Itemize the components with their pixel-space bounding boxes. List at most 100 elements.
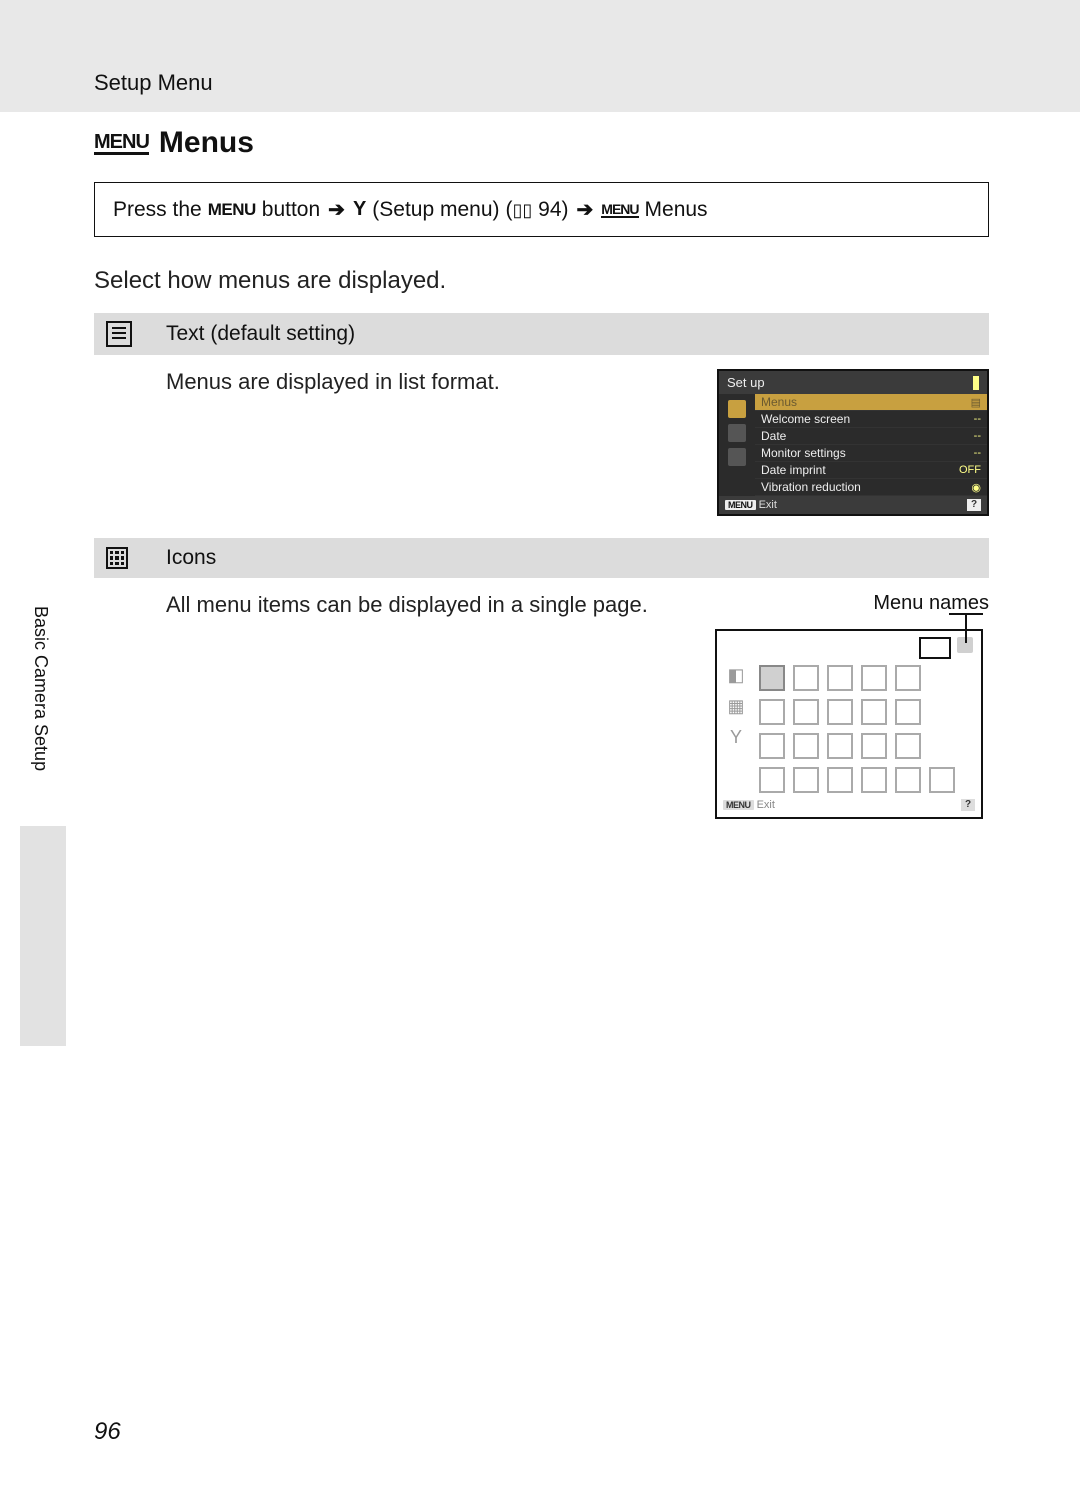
lcd-footer-left: MENU Exit: [723, 799, 775, 811]
lcd-row-label: Date: [761, 429, 786, 443]
camera-mode-icon: ◧: [727, 665, 744, 686]
menu-name-highlight: [919, 637, 951, 659]
page-ref: (▯▯ 94): [506, 198, 569, 222]
page-title-row: MENU Menus: [94, 126, 989, 160]
wrench-icon: Y: [353, 198, 366, 221]
option-icons-body: All menu items can be displayed in a sin…: [94, 578, 989, 841]
option-text-illustration: Set up Menus ▤: [717, 369, 989, 516]
lcd-text-mode: Set up Menus ▤: [717, 369, 989, 516]
lcd-row-value: ◉: [971, 481, 981, 494]
callout-pointer-icon: [965, 613, 967, 643]
navigation-path: Press the MENU button ➔ Y (Setup menu) (…: [94, 182, 989, 237]
section-header: Setup Menu: [94, 70, 213, 96]
content-area: MENU Menus Press the MENU button ➔ Y (Se…: [94, 126, 989, 841]
mode-column: ◧ ▦ Y: [723, 665, 749, 793]
side-tab: Basic Camera Setup: [20, 606, 66, 1046]
lcd-footer-left: MENU Exit: [725, 499, 777, 511]
lcd-row-value: --: [974, 413, 981, 425]
option-icons-header: Icons: [94, 538, 989, 578]
lcd-row-value: ▤: [971, 396, 981, 409]
lcd-body: Menus ▤ Welcome screen -- Date --: [719, 394, 987, 496]
grid-item: [861, 767, 887, 793]
lcd-list: Menus ▤ Welcome screen -- Date --: [755, 394, 987, 496]
lcd-footer-exit: Exit: [759, 499, 777, 511]
lcd-row-label: Menus: [761, 395, 797, 409]
side-tab-label: Basic Camera Setup: [20, 606, 51, 806]
lcd-footer: MENU Exit ?: [719, 496, 987, 514]
grid-item: [827, 767, 853, 793]
arrow-icon: ➔: [328, 197, 345, 222]
option-text-body: Menus are displayed in list format. Set …: [94, 355, 989, 538]
help-icon: ?: [967, 499, 981, 511]
menu-icon: MENU: [94, 132, 149, 155]
lcd-footer: MENU Exit ?: [723, 793, 975, 811]
lcd-row-value: --: [974, 447, 981, 459]
lcd-row: Monitor settings --: [755, 445, 987, 462]
lcd-header-title: Set up: [727, 375, 765, 390]
grid-item: [793, 699, 819, 725]
grid-item: [759, 665, 785, 691]
list-view-icon: [106, 321, 132, 347]
lcd-row-value: --: [974, 430, 981, 442]
page-number: 96: [94, 1418, 121, 1446]
page-title: Menus: [159, 126, 254, 160]
movie-mode-icon: ▦: [727, 696, 744, 717]
grid-item: [759, 699, 785, 725]
icon-grid-area: ◧ ▦ Y: [723, 665, 975, 793]
scroll-indicator-icon: [973, 376, 979, 390]
option-icons-label: Icons: [166, 546, 216, 570]
grid-item: [861, 699, 887, 725]
option-text-header: Text (default setting): [94, 313, 989, 355]
menu-icon: MENU: [601, 202, 638, 218]
grid-item: [861, 665, 887, 691]
lcd-footer-exit: Exit: [757, 799, 775, 811]
lcd-header: Set up: [719, 371, 987, 394]
lcd-row-value: OFF: [959, 464, 981, 476]
grid-item: [895, 699, 921, 725]
grid-item: [759, 767, 785, 793]
setup-mode-icon: [728, 448, 746, 466]
intro-text: Select how menus are displayed.: [94, 267, 989, 295]
setup-mode-icon: Y: [730, 727, 742, 748]
help-icon: ?: [961, 799, 975, 811]
grid-row: [759, 665, 975, 691]
grid-item: [827, 699, 853, 725]
lcd-row-label: Monitor settings: [761, 446, 846, 460]
book-icon: ▯▯: [513, 200, 533, 221]
lcd-icons-mode: ◧ ▦ Y: [715, 629, 983, 819]
manual-page: Setup Menu MENU Menus Press the MENU but…: [0, 0, 1080, 1486]
grid-view-icon: [106, 547, 128, 569]
lcd-icons-wrap: ◧ ▦ Y: [715, 617, 999, 819]
lcd-row: Welcome screen --: [755, 411, 987, 428]
menu-badge-icon: MENU: [725, 500, 756, 510]
lcd-row-label: Date imprint: [761, 463, 826, 477]
menu-names-callout: Menu names: [873, 592, 989, 615]
lcd-row: Menus ▤: [755, 394, 987, 411]
nav-menu-button-label: MENU: [208, 200, 256, 220]
grid-item: [793, 665, 819, 691]
grid-row: [759, 733, 975, 759]
grid-item: [793, 733, 819, 759]
grid-item: [895, 767, 921, 793]
arrow-icon: ➔: [577, 197, 594, 222]
grid-item: [793, 767, 819, 793]
lcd-row-label: Welcome screen: [761, 412, 850, 426]
grid-item: [895, 665, 921, 691]
option-text-desc: Menus are displayed in list format.: [166, 369, 687, 395]
nav-step3-label: Menus: [645, 198, 708, 222]
grid-item: [861, 733, 887, 759]
option-icons-illustration: Menu names ◧ ▦ Y: [715, 592, 989, 819]
grid-item: [827, 733, 853, 759]
grid-item: [929, 767, 955, 793]
option-icons-desc: All menu items can be displayed in a sin…: [166, 592, 685, 618]
side-tab-marker: [20, 826, 66, 1046]
lcd-row: Date imprint OFF: [755, 462, 987, 479]
grid-row: [759, 767, 975, 793]
grid-rows: [759, 665, 975, 793]
option-text-icon-cell: [106, 321, 166, 347]
menu-badge-icon: MENU: [723, 800, 754, 810]
grid-item: [827, 665, 853, 691]
lcd-menu-name-row: [723, 637, 975, 659]
grid-item: [759, 733, 785, 759]
option-icons-icon-cell: [106, 547, 166, 569]
